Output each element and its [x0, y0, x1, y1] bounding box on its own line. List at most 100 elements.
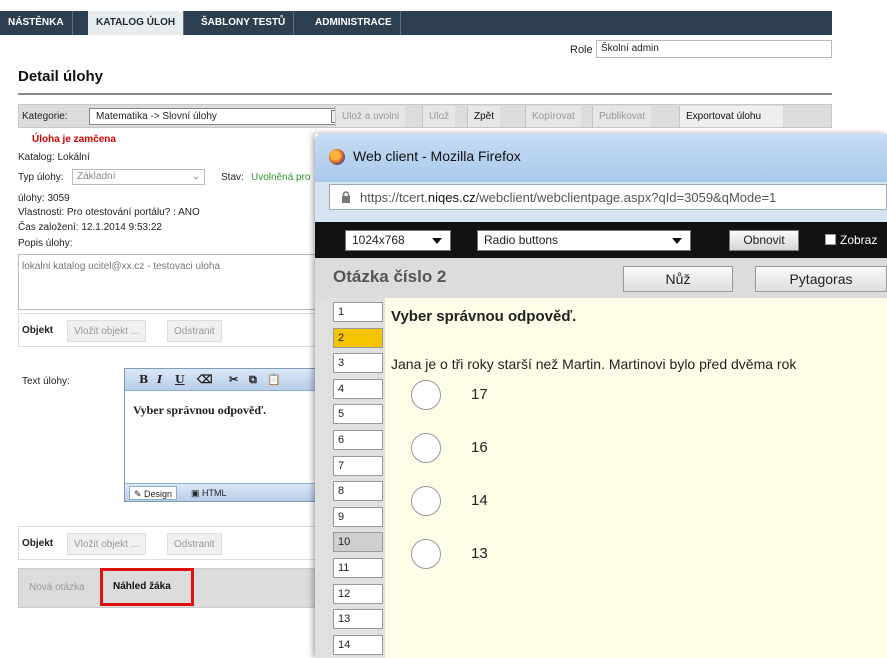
role-select[interactable]: Školní admin: [596, 40, 832, 58]
window-title: Web client - Mozilla Firefox: [353, 148, 521, 164]
knife-tool-button[interactable]: Nůž: [623, 266, 733, 292]
question-number-9[interactable]: 9: [333, 506, 383, 527]
design-mode-label: Design: [144, 489, 173, 499]
question-number-6[interactable]: 6: [333, 430, 383, 450]
copy-button[interactable]: Kopírovat: [525, 106, 581, 127]
chevron-down-icon: [672, 238, 682, 244]
question-number-5[interactable]: 5: [333, 404, 383, 425]
tab-administrace[interactable]: ADMINISTRACE: [307, 11, 401, 35]
student-preview-label: Náhled žáka: [113, 581, 171, 592]
question-number-2[interactable]: 2: [333, 327, 383, 348]
question-type-select[interactable]: Radio buttons: [477, 230, 691, 251]
student-preview-button[interactable]: Náhled žáka: [100, 568, 194, 606]
question-number-8[interactable]: 8: [333, 481, 383, 502]
title-divider: [18, 93, 832, 95]
description-field[interactable]: lokalni katalog ucitel@xx.cz - testovaci…: [18, 254, 332, 310]
back-button[interactable]: Zpět: [467, 106, 501, 127]
resolution-value: 1024x768: [352, 233, 405, 247]
question-number-list: 1 2 3 4 5 6 7 8 9 10 11 12 13 14: [315, 298, 385, 658]
url-path: /webclient/webclientpage.aspx?qId=3059&q…: [475, 190, 777, 205]
object-label: Objekt: [22, 538, 54, 549]
task-type-label: Typ úlohy:: [18, 172, 64, 183]
question-number-7[interactable]: 7: [333, 455, 383, 476]
question-number-11[interactable]: 11: [333, 558, 383, 578]
editor-mode-bar: ✎ Design ▣ HTML: [125, 483, 331, 501]
status-label: Stav:: [221, 172, 244, 183]
question-number-13[interactable]: 13: [333, 609, 383, 630]
editor-content: Vyber správnou odpověď.: [133, 403, 267, 417]
lock-icon: [342, 191, 350, 203]
question-type-value: Radio buttons: [484, 233, 559, 247]
address-bar[interactable]: https://tcert.niqes.cz/webclient/webclie…: [329, 184, 887, 210]
show-checkbox[interactable]: [825, 234, 836, 245]
category-select[interactable]: Matematika -> Slovní úlohy ▼: [89, 108, 347, 125]
answer-radio-4[interactable]: [411, 539, 441, 569]
eraser-icon[interactable]: ⌫: [197, 373, 213, 386]
category-value: Matematika -> Slovní úlohy: [96, 111, 217, 122]
page-title: Detail úlohy: [18, 68, 104, 85]
locked-status: Úloha je zamčena: [32, 134, 116, 145]
tab-sablony-testu[interactable]: ŠABLONY TESTŮ: [193, 11, 295, 35]
chevron-down-icon: [432, 238, 442, 244]
answer-radio-2[interactable]: [411, 433, 441, 463]
window-titlebar[interactable]: Web client - Mozilla Firefox: [315, 134, 887, 182]
answer-label-3: 14: [471, 492, 488, 509]
answer-radio-3[interactable]: [411, 486, 441, 516]
answer-label-4: 13: [471, 545, 488, 562]
url-text: https://tcert.niqes.cz/webclient/webclie…: [360, 190, 776, 205]
object-row: Objekt Vložit objekt ... Odstranit: [18, 313, 332, 347]
webclient-toolbar: 1024x768 Radio buttons Obnovit Zobraz: [315, 222, 887, 258]
url-domain: niqes.cz: [427, 190, 476, 205]
question-number-1[interactable]: 1: [333, 302, 383, 322]
catalog-info: Katalog: Lokální: [18, 152, 90, 163]
question-number-14[interactable]: 14: [333, 634, 383, 655]
task-type-select[interactable]: Základní ⌄: [72, 169, 205, 185]
save-button[interactable]: Ulož: [422, 106, 456, 127]
remove-object-button[interactable]: Odstranit: [167, 320, 222, 342]
new-question-button[interactable]: Nová otázka: [29, 578, 85, 598]
paste-icon[interactable]: 📋: [267, 373, 281, 386]
firefox-window: Web client - Mozilla Firefox https://tce…: [315, 134, 887, 658]
question-number-3[interactable]: 3: [333, 353, 383, 374]
question-title: Otázka číslo 2: [333, 267, 447, 286]
insert-object-button[interactable]: Vložit objekt ...: [67, 533, 147, 555]
question-number-12[interactable]: 12: [333, 583, 383, 604]
underline-icon[interactable]: U: [175, 373, 185, 386]
cut-icon[interactable]: ✂: [229, 373, 238, 386]
question-number-10[interactable]: 10: [333, 532, 383, 553]
object-row: Objekt Vložit objekt ... Odstranit: [18, 526, 332, 560]
tab-nastenka[interactable]: NÁSTĚNKA: [0, 11, 73, 35]
show-label: Zobraz: [840, 233, 878, 247]
refresh-button[interactable]: Obnovit: [729, 230, 799, 251]
task-text-label: Text úlohy:: [22, 376, 70, 387]
question-content: Vyber správnou odpověď. Jana je o tři ro…: [385, 298, 887, 658]
question-header: Otázka číslo 2 Nůž Pytagoras: [315, 258, 887, 298]
design-mode-tab[interactable]: ✎ Design: [129, 486, 178, 500]
question-text: Jana je o tři roky starší než Martin. Ma…: [391, 356, 797, 372]
task-properties: Vlastnosti: Pro otestování portálu? : AN…: [18, 207, 200, 218]
chevron-down-icon[interactable]: ⌄: [192, 170, 200, 184]
tab-katalog-uloh[interactable]: KATALOG ÚLOH: [88, 11, 185, 35]
question-number-4[interactable]: 4: [333, 378, 383, 399]
resolution-select[interactable]: 1024x768: [345, 230, 451, 251]
description-label: Popis úlohy:: [18, 238, 73, 249]
html-mode-tab[interactable]: ▣ HTML: [187, 486, 231, 500]
answer-radio-1[interactable]: [411, 380, 441, 410]
italic-icon[interactable]: I: [157, 373, 162, 386]
status-value: Uvolněná pro: [251, 172, 311, 183]
copy-icon[interactable]: ⧉: [249, 373, 257, 387]
firefox-icon: [329, 149, 345, 165]
publish-button[interactable]: Publikovat: [592, 106, 652, 127]
html-mode-label: HTML: [202, 488, 227, 498]
save-and-release-button[interactable]: Ulož a uvolni: [335, 106, 406, 127]
object-label: Objekt: [22, 325, 54, 336]
category-label: Kategorie:: [22, 111, 68, 122]
pythagoras-tool-button[interactable]: Pytagoras: [755, 266, 887, 292]
remove-object-button[interactable]: Odstranit: [167, 533, 222, 555]
insert-object-button[interactable]: Vložit objekt ...: [67, 320, 147, 342]
export-task-button[interactable]: Exportovat úlohu: [679, 106, 783, 127]
editor-toolbar: B I U ⌫ ✂ ⧉ 📋: [125, 369, 331, 391]
rich-text-editor[interactable]: B I U ⌫ ✂ ⧉ 📋 Vyber správnou odpověď. ✎ …: [124, 368, 332, 502]
url-prefix: https://tcert.: [360, 190, 428, 205]
bold-icon[interactable]: B: [139, 373, 148, 386]
